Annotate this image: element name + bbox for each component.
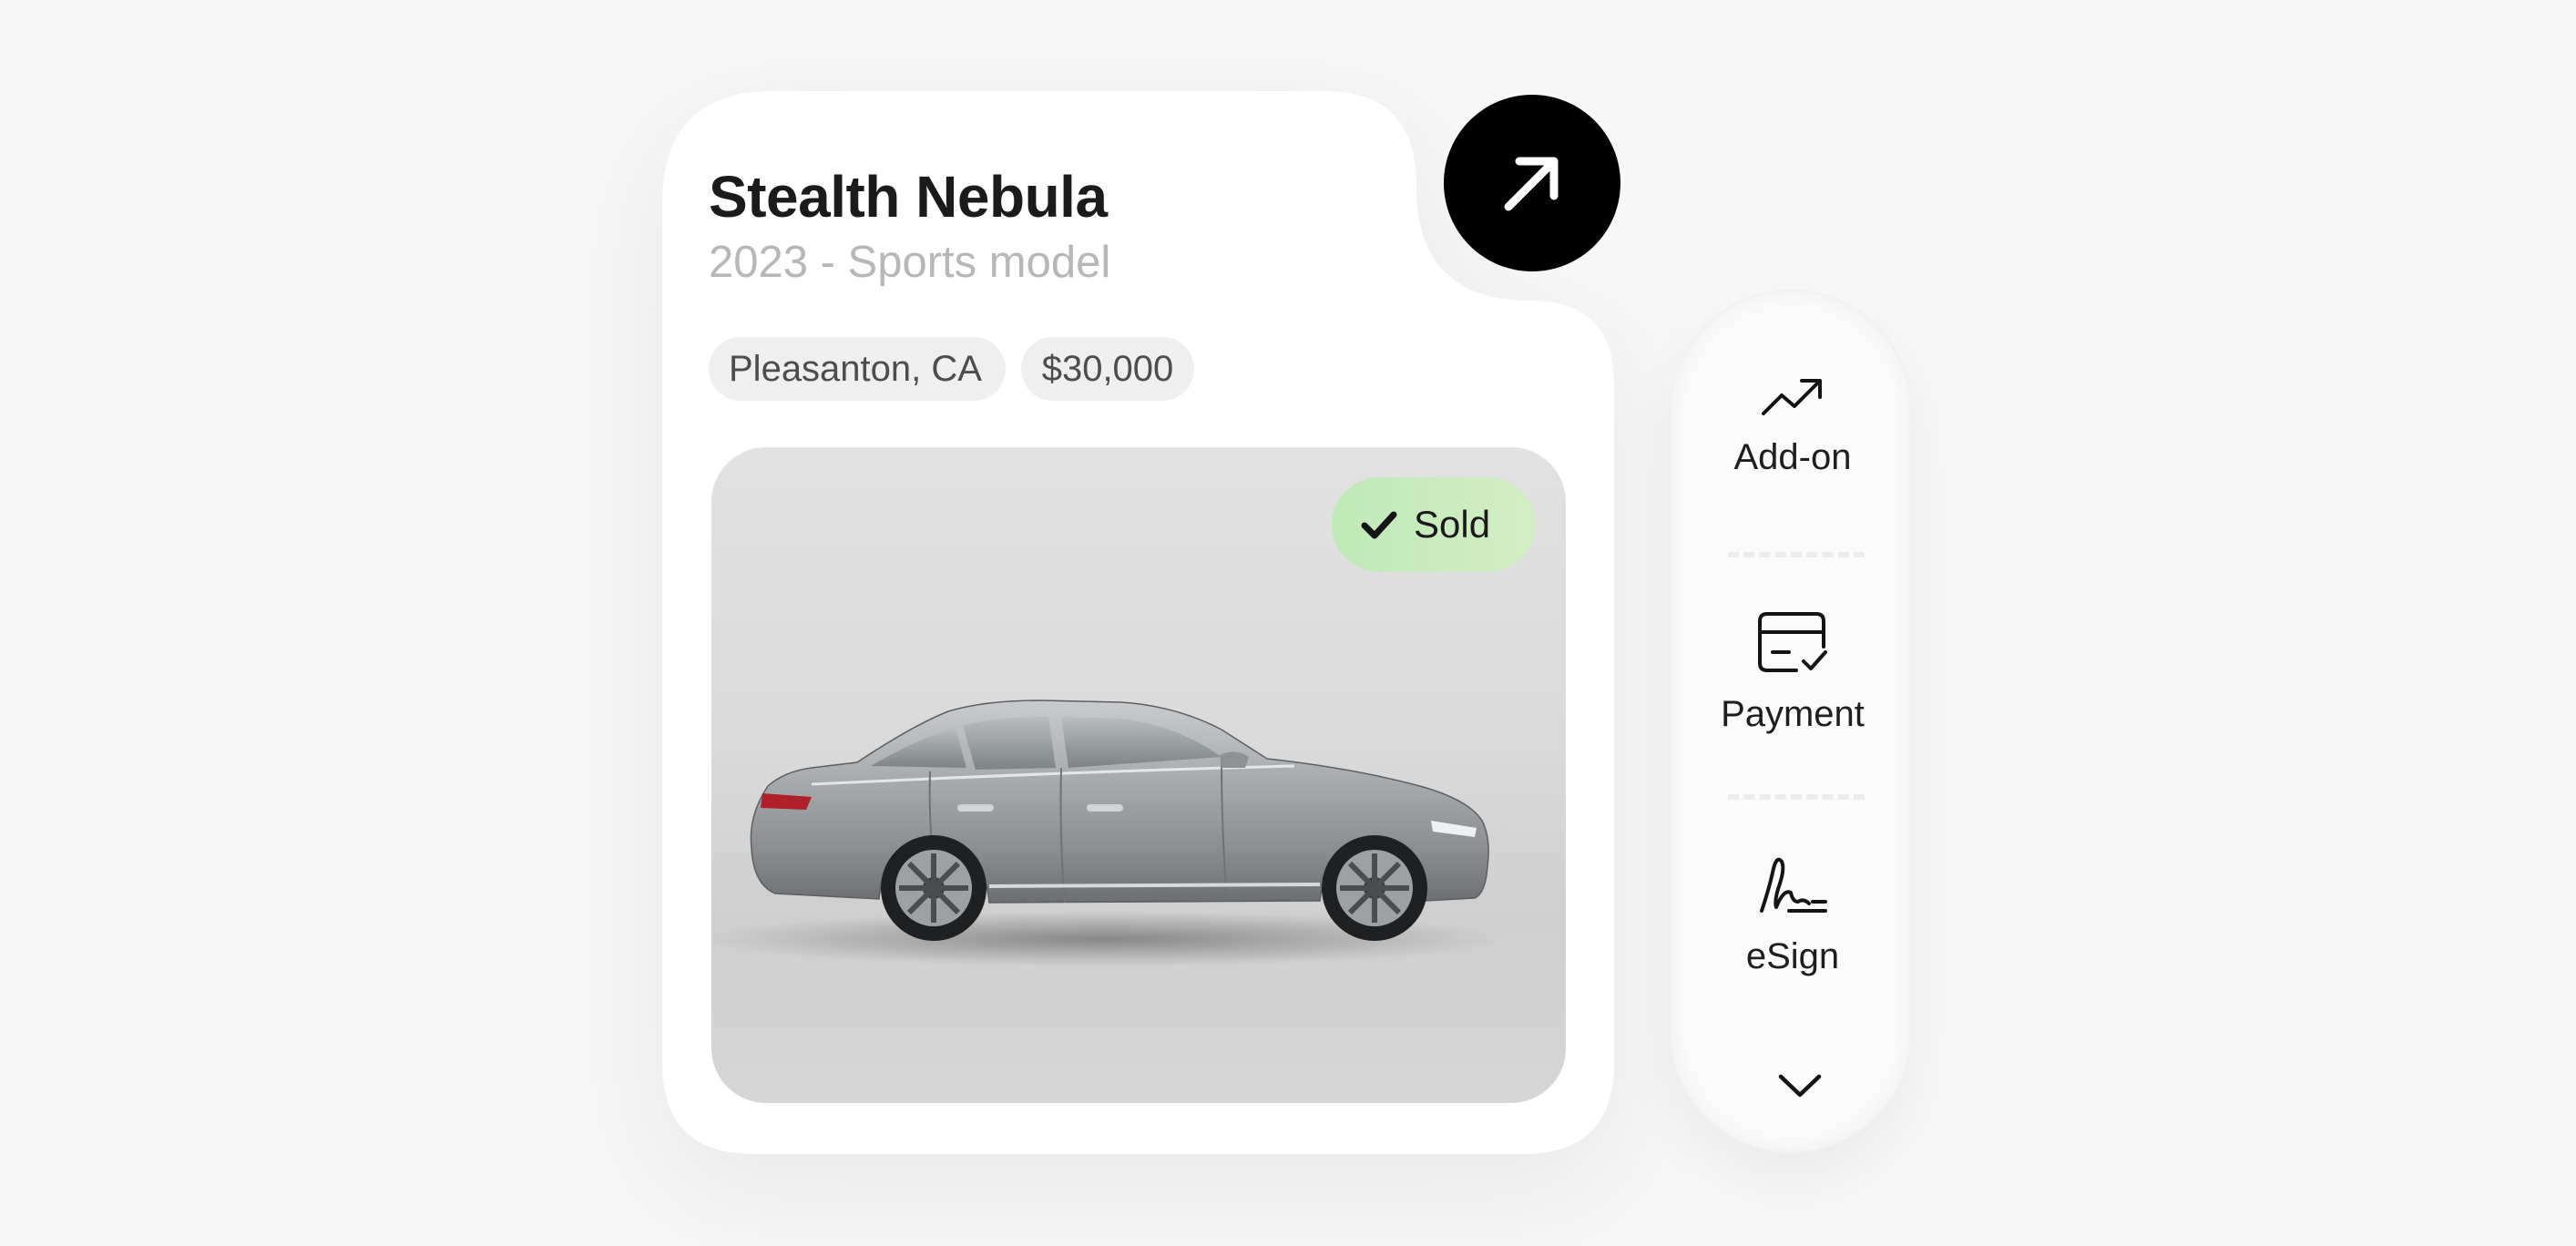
menu-divider bbox=[1728, 794, 1865, 800]
rear-wheel bbox=[881, 835, 986, 941]
location-chip: Pleasanton, CA bbox=[709, 337, 1006, 401]
signature-icon bbox=[1760, 857, 1827, 913]
menu-label-add-on: Add-on bbox=[1733, 437, 1852, 477]
status-badge: Sold bbox=[1332, 477, 1536, 572]
card-check-icon bbox=[1758, 612, 1827, 672]
menu-item-payment[interactable]: Payment bbox=[1671, 610, 1914, 736]
check-icon bbox=[1361, 511, 1397, 539]
page: Stealth Nebula 2023 - Sports model Pleas… bbox=[0, 0, 2576, 1246]
side-menu: Add-on Payment eSign bbox=[1670, 290, 1912, 1153]
menu-label-payment: Payment bbox=[1721, 694, 1865, 734]
status-label: Sold bbox=[1414, 503, 1491, 546]
listing-subtitle: 2023 - Sports model bbox=[709, 238, 1111, 287]
listing-tags: Pleasanton, CA $30,000 bbox=[709, 337, 1194, 401]
trending-up-icon bbox=[1762, 379, 1822, 415]
front-wheel bbox=[1322, 835, 1427, 941]
listing-header: Stealth Nebula 2023 - Sports model bbox=[709, 160, 1110, 291]
price-chip: $30,000 bbox=[1021, 337, 1194, 401]
menu-item-esign[interactable]: eSign bbox=[1671, 853, 1914, 978]
listing-title: Stealth Nebula bbox=[709, 164, 1108, 230]
chevron-down-icon[interactable] bbox=[1777, 1069, 1823, 1100]
arrow-up-right-icon bbox=[1504, 157, 1559, 211]
menu-label-esign: eSign bbox=[1745, 936, 1840, 976]
menu-divider bbox=[1728, 552, 1865, 557]
menu-item-add-on[interactable]: Add-on bbox=[1671, 375, 1914, 479]
open-listing-button[interactable] bbox=[1444, 95, 1620, 271]
